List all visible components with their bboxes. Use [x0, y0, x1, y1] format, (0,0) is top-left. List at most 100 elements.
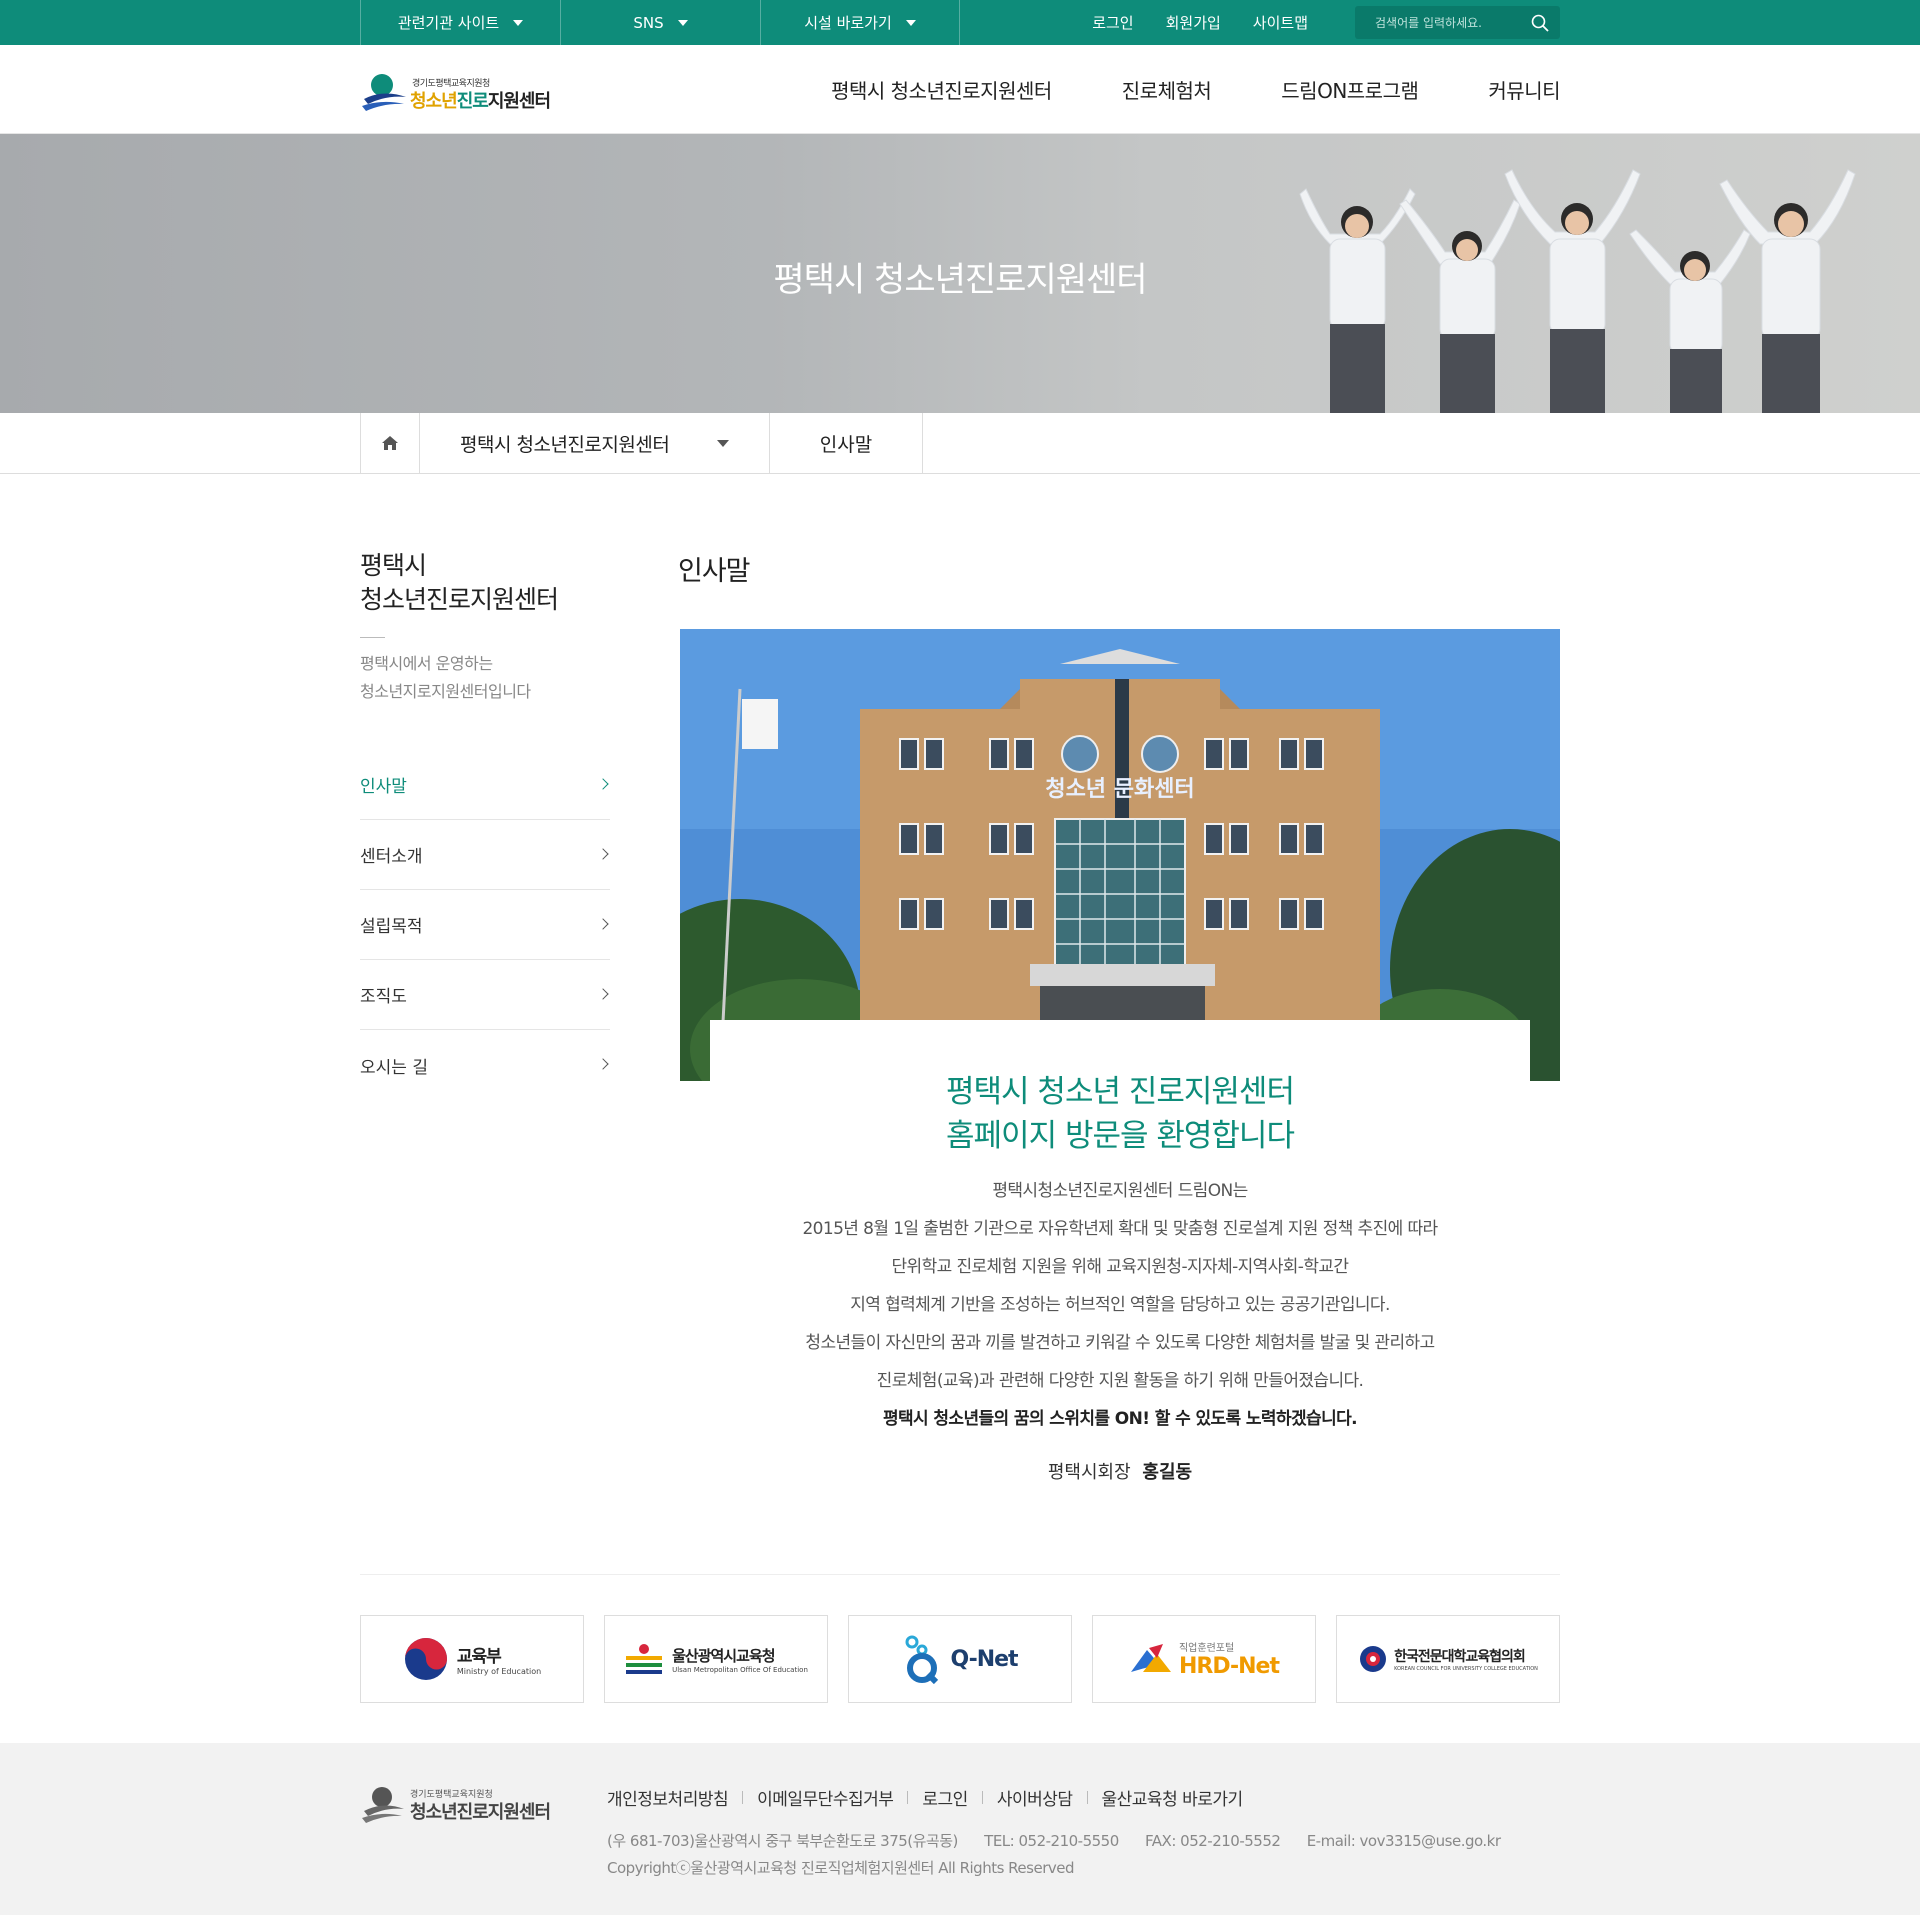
- related-banners: 교육부 Ministry of Education 울산광역시교육청 Ulsan…: [360, 1615, 1560, 1703]
- location-depth2[interactable]: 인사말: [770, 413, 923, 473]
- gnb-experience[interactable]: 진로체험처: [1122, 75, 1212, 104]
- join-link[interactable]: 회원가입: [1166, 12, 1221, 33]
- kcce-emblem-icon: [1360, 1646, 1387, 1672]
- footer-info: (우 681-703)울산광역시 중구 북부순환도로 375(유곡동) TEL:…: [607, 1828, 1523, 1882]
- side-nav-item-label: 설립목적: [360, 917, 423, 937]
- sns-dropdown[interactable]: SNS: [560, 0, 760, 45]
- side-nav-item-intro[interactable]: 센터소개: [360, 820, 610, 890]
- gnb-center[interactable]: 평택시 청소년진로지원센터: [831, 75, 1052, 104]
- banner-moe[interactable]: 교육부 Ministry of Education: [360, 1615, 584, 1703]
- facility-shortcut-dropdown[interactable]: 시설 바로가기: [760, 0, 960, 45]
- side-nav-item-label: 오시는 길: [360, 1057, 428, 1078]
- footer-fax: FAX: 052-210-5552: [1145, 1832, 1281, 1850]
- banner-qnet[interactable]: Q-Net: [848, 1615, 1072, 1703]
- sitemap-link[interactable]: 사이트맵: [1253, 12, 1308, 33]
- footer-copyright: Copyrightⓒ울산광역시교육청 진로직업체험지원센터 All Rights…: [607, 1859, 1074, 1877]
- logo-title: 청소년진로지원센터: [410, 91, 551, 112]
- chevron-right-icon: [597, 778, 609, 790]
- ulsan-emblem-icon: [626, 1644, 663, 1674]
- chevron-right-icon: [597, 918, 609, 930]
- banner-kcce[interactable]: 한국전문대학교육협의회 KOREAN COUNCIL FOR UNIVERSIT…: [1336, 1615, 1560, 1703]
- greeting-paragraph: 진로체험(교육)과 관련해 다양한 지원 활동을 하기 위해 만들어졌습니다.: [876, 1371, 1364, 1391]
- chevron-right-icon: [597, 848, 609, 860]
- gnb-community[interactable]: 커뮤니티: [1488, 75, 1560, 104]
- side-nav-menu: 인사말 센터소개 설립목적 조직도 오시는 길: [360, 750, 610, 1100]
- ulsan-education-link[interactable]: 울산교육청 바로가기: [1102, 1785, 1244, 1810]
- home-button[interactable]: [360, 413, 420, 473]
- banner-hrdnet[interactable]: 직업훈련포털 HRD-Net: [1092, 1615, 1316, 1703]
- logo-emblem-icon: [362, 1787, 404, 1823]
- hrdnet-logo-icon: [1130, 1644, 1171, 1672]
- page-title: 인사말: [678, 556, 751, 587]
- side-nav-item-label: 센터소개: [360, 847, 423, 867]
- footer-address: (우 681-703)울산광역시 중구 북부순환도로 375(유곡동): [607, 1832, 958, 1850]
- side-nav-title: 평택시 청소년진로지원센터: [360, 551, 559, 614]
- center-building-photo: 청소년 문화센터: [680, 629, 1560, 1081]
- caret-down-icon: [717, 440, 729, 447]
- footer-logo: 경기도평택교육지원청 청소년진로지원센터: [360, 1783, 575, 1827]
- greeting-paragraph: 2015년 8월 1일 출범한 기관으로 자유학년제 확대 및 맞춤형 진로설계…: [802, 1219, 1438, 1239]
- site-logo[interactable]: 경기도평택교육지원청 청소년진로지원센터: [360, 71, 575, 115]
- privacy-policy-link[interactable]: 개인정보처리방침: [607, 1785, 729, 1810]
- search-icon[interactable]: [1530, 13, 1550, 33]
- greeting-signature: 평택시회장 홍길동: [680, 1458, 1560, 1484]
- banner-subtitle: Ulsan Metropolitan Office Of Education: [672, 1665, 808, 1674]
- banner-ulsan-education[interactable]: 울산광역시교육청 Ulsan Metropolitan Office Of Ed…: [604, 1615, 828, 1703]
- visual-title: 평택시 청소년진로지원센터: [773, 260, 1147, 300]
- banner-subtitle: 직업훈련포털: [1178, 1643, 1235, 1654]
- search-input[interactable]: [1375, 15, 1525, 30]
- banner-subtitle: KOREAN COUNCIL FOR UNIVERSITY COLLEGE ED…: [1394, 1666, 1538, 1672]
- greeting-heading: 평택시 청소년 진로지원센터 홈페이지 방문을 환영합니다: [946, 1074, 1295, 1154]
- main-nav: 평택시 청소년진로지원센터 진로체험처 드림ON프로그램 커뮤니티: [761, 45, 1560, 134]
- signature-name: 홍길동: [1142, 1462, 1193, 1483]
- location-depth2-label: 인사말: [819, 433, 873, 456]
- moe-emblem-icon: [404, 1638, 447, 1680]
- banner-title: Q-Net: [950, 1646, 1018, 1672]
- divider: [907, 1791, 909, 1804]
- util-links: 로그인 회원가입 사이트맵: [1092, 0, 1308, 45]
- banner-title: HRD-Net: [1178, 1654, 1280, 1679]
- cyber-counsel-link[interactable]: 사이버상담: [997, 1785, 1073, 1810]
- greeting-paragraph: 단위학교 진로체험 지원을 위해 교육지원청-지자체-지역사회-학교간: [891, 1257, 1350, 1277]
- footer-logo-title: 청소년진로지원센터: [410, 1802, 551, 1823]
- related-sites-label: 관련기관 사이트: [397, 14, 500, 32]
- caret-down-icon: [677, 19, 688, 26]
- login-link[interactable]: 로그인: [1092, 12, 1133, 33]
- gnb-dreamon[interactable]: 드림ON프로그램: [1281, 75, 1419, 104]
- side-nav: 평택시 청소년진로지원센터 평택시에서 운영하는 청소년지로지원센터입니다 인사…: [360, 549, 610, 1100]
- divider: [360, 1574, 1560, 1575]
- banner-title: 울산광역시교육청: [672, 1646, 775, 1665]
- side-nav-item-greeting[interactable]: 인사말: [360, 750, 610, 820]
- banner-title: 한국전문대학교육협의회: [1394, 1649, 1526, 1665]
- caret-down-icon: [905, 19, 916, 26]
- divider: [742, 1791, 744, 1804]
- search-box: [1355, 6, 1560, 39]
- footer-email: E-mail: vov3315@use.go.kr: [1306, 1832, 1501, 1850]
- home-icon: [382, 436, 398, 450]
- side-nav-item-label: 조직도: [360, 987, 407, 1007]
- email-refusal-link[interactable]: 이메일무단수집거부: [757, 1785, 894, 1810]
- facility-shortcut-label: 시설 바로가기: [804, 14, 892, 32]
- greeting-emphasis: 평택시 청소년들의 꿈의 스위치를 ON! 할 수 있도록 노력하겠습니다.: [882, 1409, 1358, 1429]
- side-nav-item-purpose[interactable]: 설립목적: [360, 890, 610, 960]
- side-nav-description: 평택시에서 운영하는 청소년지로지원센터입니다: [360, 654, 531, 701]
- chevron-right-icon: [597, 1058, 609, 1070]
- sub-visual-banner: 평택시 청소년진로지원센터: [0, 134, 1920, 413]
- footer-login-link[interactable]: 로그인: [922, 1785, 968, 1810]
- side-nav-item-directions[interactable]: 오시는 길: [360, 1030, 610, 1100]
- footer: 경기도평택교육지원청 청소년진로지원센터 개인정보처리방침 이메일무단수집거부 …: [0, 1743, 1920, 1915]
- divider: [981, 1791, 983, 1804]
- side-nav-item-label: 인사말: [360, 777, 407, 797]
- side-nav-item-organization[interactable]: 조직도: [360, 960, 610, 1030]
- signature-role: 평택시회장: [1047, 1462, 1131, 1483]
- location-depth1-dropdown[interactable]: 평택시 청소년진로지원센터: [420, 413, 770, 473]
- footer-links: 개인정보처리방침 이메일무단수집거부 로그인 사이버상담 울산교육청 바로가기: [607, 1785, 1243, 1810]
- banner-title: 교육부: [456, 1647, 502, 1667]
- greeting-paragraph: 지역 협력체계 기반을 조성하는 허브적인 역할을 담당하고 있는 공공기관입니…: [850, 1295, 1390, 1315]
- related-sites-dropdown[interactable]: 관련기관 사이트: [360, 0, 560, 45]
- caret-down-icon: [513, 19, 524, 26]
- logo-emblem-icon: [362, 74, 406, 111]
- divider: [1086, 1791, 1088, 1804]
- greeting-paragraph: 청소년들이 자신만의 꿈과 끼를 발견하고 키워갈 수 있도록 다양한 체험처를…: [805, 1333, 1435, 1353]
- header: 경기도평택교육지원청 청소년진로지원센터 평택시 청소년진로지원센터 진로체험처…: [0, 45, 1920, 134]
